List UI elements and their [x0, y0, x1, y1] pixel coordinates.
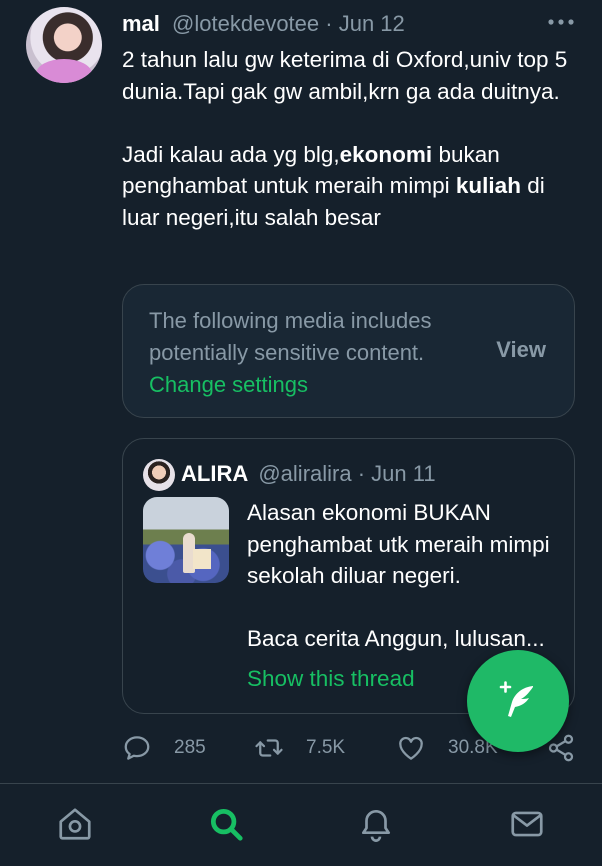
home-icon: [59, 808, 91, 840]
tweet-text-paragraph-2: Jadi kalau ada yg blg,ekonomi bukan peng…: [122, 141, 545, 230]
retweet-icon: [255, 739, 283, 757]
retweet-button[interactable]: 7.5K: [254, 728, 345, 768]
tweet-text: 2 tahun lalu gw keterima di Oxford,univ …: [122, 44, 582, 233]
quoted-text-paragraph-1: Alasan ekonomi BUKAN penghambat utk mera…: [247, 500, 550, 588]
tweet-header: mal @lotekdevotee · Jun 12: [122, 10, 405, 38]
quoted-display-name[interactable]: ALIRA: [181, 461, 248, 486]
quoted-media-thumbnail[interactable]: [143, 497, 229, 583]
display-name[interactable]: mal: [122, 11, 160, 36]
quoted-text: Alasan ekonomi BUKAN penghambat utk mera…: [247, 497, 562, 655]
nav-home[interactable]: [55, 804, 95, 844]
reply-icon: [124, 736, 150, 760]
quoted-meta-separator: ·: [351, 461, 372, 486]
nav-notifications[interactable]: [356, 804, 396, 844]
avatar[interactable]: [26, 7, 102, 83]
bold-ekonomi: ekonomi: [339, 141, 433, 167]
quoted-avatar[interactable]: [143, 459, 175, 491]
quoted-header: ALIRA @aliralira · Jun 11: [181, 460, 436, 488]
notifications-icon: [361, 809, 391, 842]
messages-icon: [511, 811, 543, 837]
retweet-count: 7.5K: [306, 737, 346, 758]
tweet-text-paragraph-1: 2 tahun lalu gw keterima di Oxford,univ …: [122, 47, 568, 104]
quoted-date: Jun 11: [371, 461, 436, 486]
bold-kuliah: kuliah: [455, 173, 521, 198]
quoted-handle[interactable]: @aliralira: [258, 461, 351, 486]
sensitive-media-card: The following media includes potentially…: [122, 284, 575, 418]
nav-messages[interactable]: [507, 804, 547, 844]
handle[interactable]: @lotekdevotee: [172, 11, 319, 36]
compose-tweet-button[interactable]: [467, 650, 569, 752]
change-settings-link[interactable]: Change settings: [149, 369, 308, 401]
nav-search[interactable]: [206, 804, 246, 844]
compose-feather-icon: [499, 681, 533, 717]
reply-button[interactable]: 285: [122, 728, 206, 768]
show-thread-link[interactable]: Show this thread: [247, 663, 415, 695]
bottom-nav: [0, 784, 602, 866]
sensitive-media-message: The following media includes potentially…: [149, 308, 432, 365]
search-icon: [210, 808, 243, 841]
reply-count: 285: [174, 737, 206, 758]
more-horizontal-icon[interactable]: [546, 8, 576, 41]
heart-icon: [399, 736, 423, 760]
view-button[interactable]: View: [496, 337, 546, 363]
meta-separator: ·: [319, 11, 339, 36]
tweet-date[interactable]: Jun 12: [339, 11, 405, 36]
